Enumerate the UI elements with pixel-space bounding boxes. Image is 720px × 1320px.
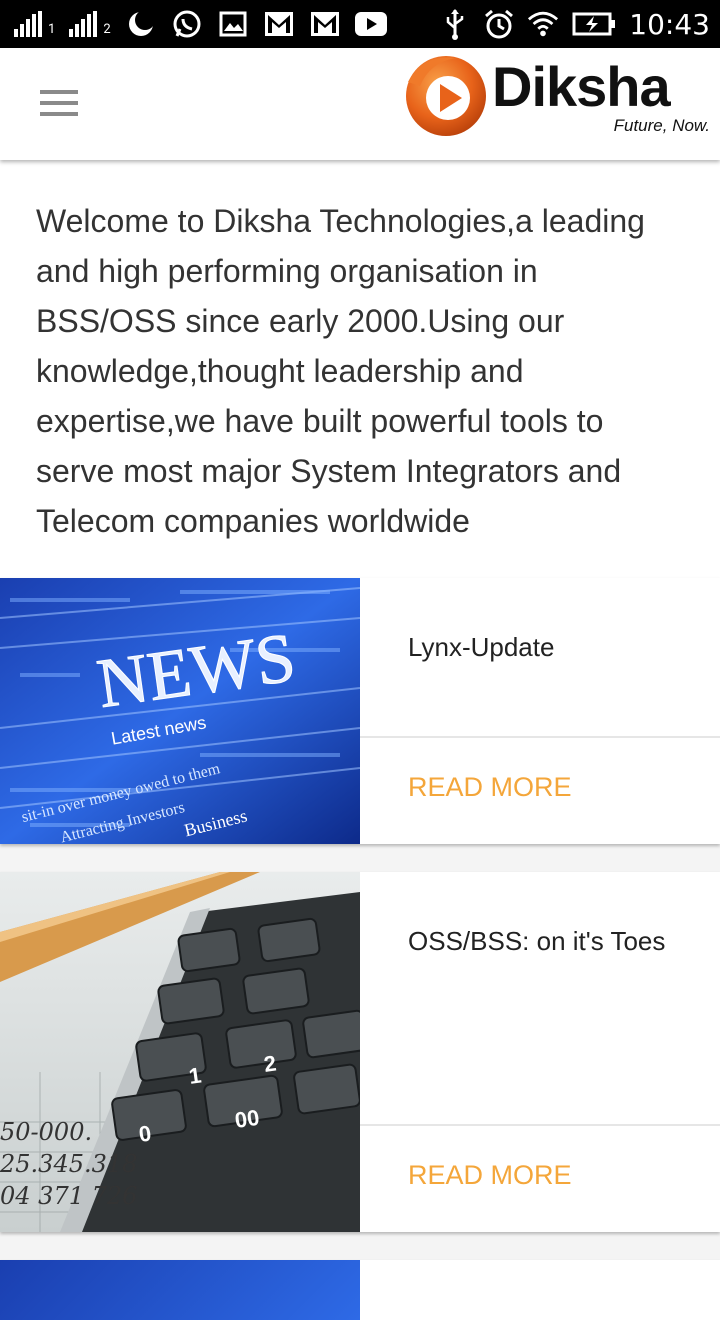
diksha-logo: Diksha Future, Now. (398, 48, 716, 140)
clock-time: 10:43 (629, 7, 710, 41)
article-title[interactable]: OSS/BSS: on it's Toes (408, 920, 668, 962)
divider (360, 736, 720, 738)
whatsapp-icon (171, 8, 203, 40)
calculator-image[interactable]: 1 2 0 00 50-000. 25.345.318 04 371 726 (0, 872, 360, 1232)
article-card[interactable]: 1 2 0 00 50-000. 25.345.318 04 371 726 O… (0, 872, 720, 1232)
sim1-label: 1 (48, 22, 56, 37)
svg-text:04 371 726: 04 371 726 (0, 1182, 137, 1210)
intro-text: Welcome to Diksha Technologies,a leading… (36, 203, 645, 539)
svg-text:00: 00 (233, 1105, 261, 1133)
hamburger-menu-icon[interactable] (40, 90, 78, 116)
battery-charging-icon (571, 8, 617, 40)
news-image[interactable]: NEWS Latest news sit-in over money owed … (0, 578, 360, 844)
sim2-label: 2 (103, 22, 111, 37)
signal-icon: 1 (14, 11, 55, 37)
play-logo-icon (406, 56, 486, 136)
status-bar: 1 2 10:43 (0, 0, 720, 48)
read-more-button[interactable]: READ MORE (408, 1160, 572, 1191)
read-more-button[interactable]: READ MORE (408, 772, 572, 803)
app-bar: Diksha Future, Now. (0, 48, 720, 160)
gmail-icon (263, 8, 295, 40)
signal-icon: 2 (69, 11, 111, 37)
wifi-icon (527, 8, 559, 40)
divider (360, 1124, 720, 1126)
article-card[interactable] (0, 1260, 720, 1320)
gmail-icon (309, 8, 341, 40)
svg-text:25.345.318: 25.345.318 (0, 1150, 137, 1178)
intro-section: Welcome to Diksha Technologies,a leading… (0, 160, 720, 578)
svg-text:50-000.: 50-000. (0, 1118, 92, 1146)
logo-name: Diksha (492, 55, 671, 118)
logo-tagline: Future, Now. (613, 116, 710, 135)
article-image[interactable] (0, 1260, 360, 1320)
article-title[interactable]: Lynx-Update (408, 626, 668, 668)
gallery-icon (217, 8, 249, 40)
night-mode-icon (125, 8, 157, 40)
youtube-icon (354, 8, 387, 40)
usb-icon (439, 8, 471, 40)
article-card[interactable]: NEWS Latest news sit-in over money owed … (0, 578, 720, 844)
alarm-icon (483, 8, 515, 40)
